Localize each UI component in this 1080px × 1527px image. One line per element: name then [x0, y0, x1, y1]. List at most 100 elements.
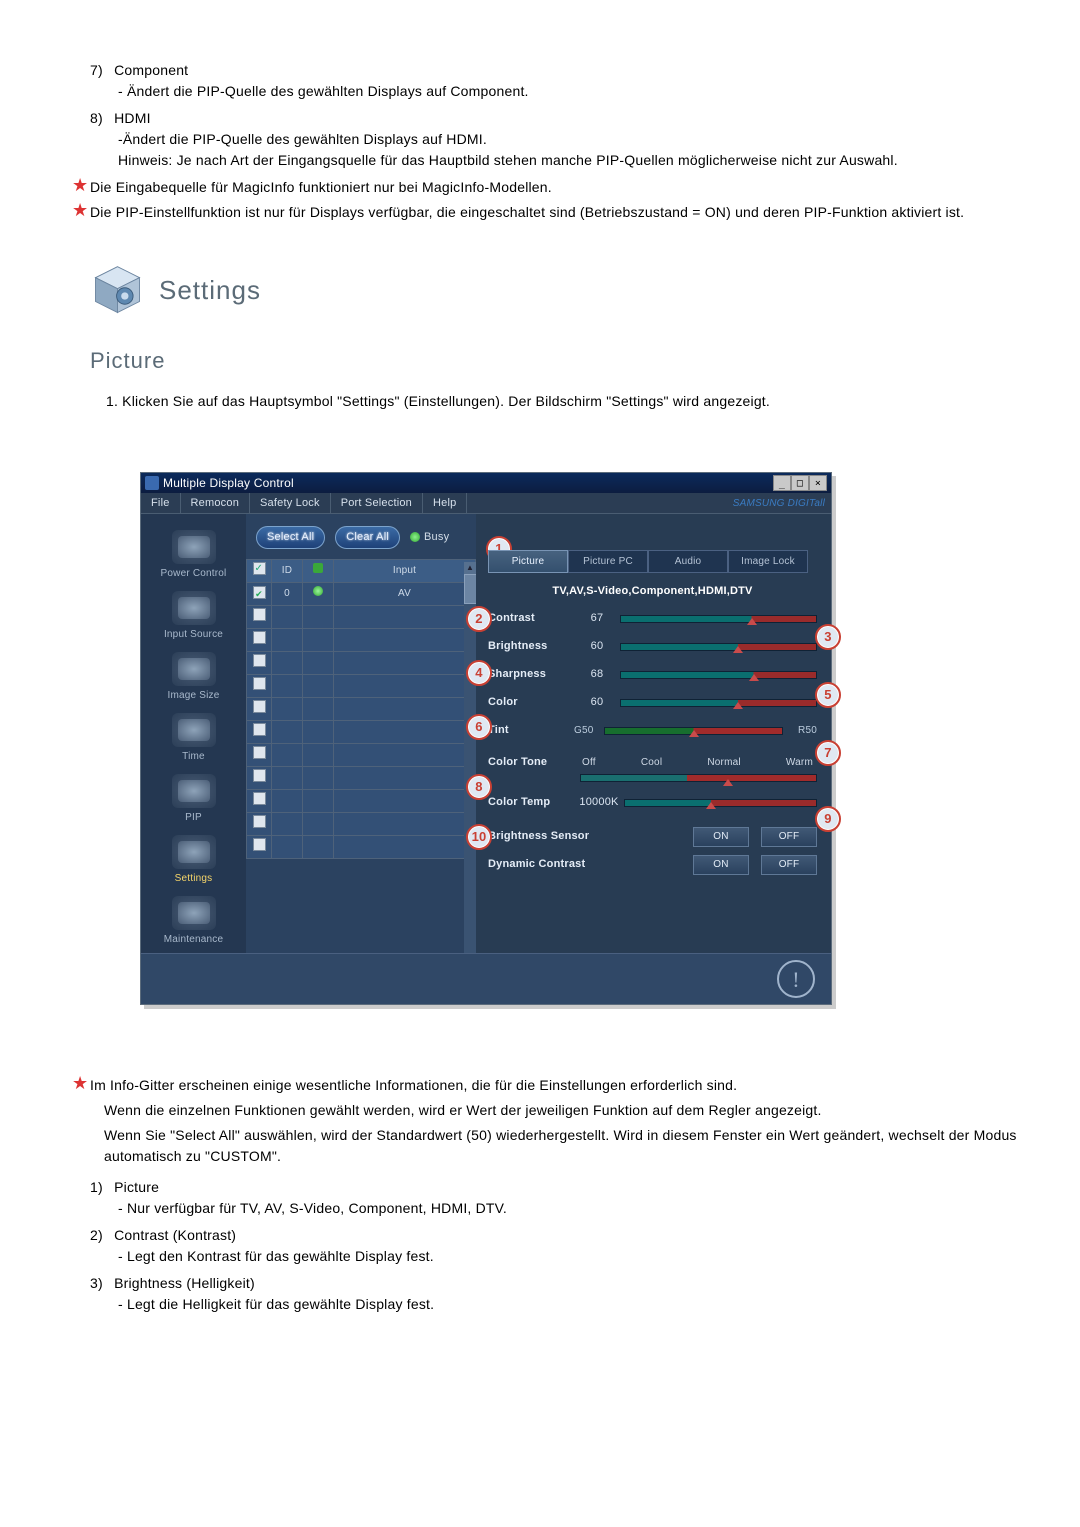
brightness-label: Brightness: [488, 638, 574, 655]
ct-warm[interactable]: Warm: [786, 755, 813, 770]
sidebar-item-maintenance[interactable]: Maintenance: [149, 896, 239, 953]
sharpness-label: Sharpness: [488, 666, 574, 683]
contrast-slider[interactable]: [620, 615, 817, 623]
table-row[interactable]: 0 AV: [247, 582, 476, 605]
display-grid: ID Input 0 AV: [246, 559, 476, 859]
busy-indicator: Busy: [410, 529, 449, 546]
tint-slider[interactable]: [604, 727, 783, 735]
minimize-button[interactable]: _: [773, 475, 791, 491]
color-tone-label: Color Tone: [488, 754, 574, 771]
settings-icon: [172, 835, 216, 869]
header-check[interactable]: [247, 559, 272, 582]
dynamic-contrast-row: Dynamic Contrast ON OFF: [488, 856, 817, 874]
color-slider[interactable]: [620, 699, 817, 707]
header-status: [303, 559, 334, 582]
picture-subtitle: Picture: [90, 344, 1020, 377]
sidebar-item-pip[interactable]: PIP: [149, 774, 239, 831]
section-settings-header: Settings: [90, 263, 1020, 318]
color-temp-slider[interactable]: [624, 799, 817, 807]
star-note-2: ★ Die PIP-Einstellfunktion ist nur für D…: [90, 202, 1020, 223]
info-icon[interactable]: !: [777, 960, 815, 998]
ct-normal[interactable]: Normal: [707, 755, 740, 770]
desc-8: -Ändert die PIP-Quelle des gewählten Dis…: [118, 129, 1020, 150]
app-icon: [145, 476, 159, 490]
brightness-value: 60: [574, 638, 620, 655]
sidebar-item-time[interactable]: Time: [149, 713, 239, 770]
num-1: 1): [90, 1177, 110, 1198]
list-item-8: 8) HDMI -Ändert die PIP-Quelle des gewäh…: [90, 108, 1020, 171]
header-input: Input: [334, 559, 476, 582]
sidebar-item-image-size[interactable]: Image Size: [149, 652, 239, 709]
menu-remocon[interactable]: Remocon: [181, 493, 250, 513]
scroll-up-icon[interactable]: ▲: [464, 562, 476, 574]
header-id: ID: [272, 559, 303, 582]
dcontrast-off-button[interactable]: OFF: [761, 855, 817, 875]
app-window: Multiple Display Control _ □ × File Remo…: [140, 472, 832, 1005]
sharpness-value: 68: [574, 666, 620, 683]
tab-audio[interactable]: Audio: [648, 550, 728, 573]
star-note-1: ★ Die Eingabequelle für MagicInfo funkti…: [90, 177, 1020, 198]
ct-off[interactable]: Off: [582, 755, 596, 770]
callout-4: 4: [466, 660, 492, 686]
lower-item-1: 1) Picture - Nur verfügbar für TV, AV, S…: [90, 1177, 1020, 1219]
ct-cool[interactable]: Cool: [641, 755, 662, 770]
lower-star-text: Im Info-Gitter erscheinen einige wesentl…: [90, 1077, 737, 1093]
table-row: [247, 720, 476, 743]
sidebar-item-label: PIP: [185, 812, 202, 823]
close-button[interactable]: ×: [809, 475, 827, 491]
bsensor-off-button[interactable]: OFF: [761, 827, 817, 847]
color-temp-value: 10000K: [574, 794, 624, 811]
brightness-sensor-row: Brightness Sensor ON OFF: [488, 828, 817, 846]
window-buttons: _ □ ×: [773, 475, 827, 491]
menu-help[interactable]: Help: [423, 493, 467, 513]
table-row: [247, 766, 476, 789]
maintenance-icon: [172, 896, 216, 930]
sidebar-item-label: Time: [182, 751, 205, 762]
sharpness-slider[interactable]: [620, 671, 817, 679]
lower-item-3: 3) Brightness (Helligkeit) - Legt die He…: [90, 1273, 1020, 1315]
source-subtitle: TV,AV,S-Video,Component,HDMI,DTV: [488, 583, 817, 600]
sidebar-item-power-control[interactable]: Power Control: [149, 530, 239, 587]
num-3: 3): [90, 1273, 110, 1294]
table-row: [247, 789, 476, 812]
color-temp-label: Color Temp: [488, 794, 574, 811]
tabs: Picture Picture PC Audio Image Lock: [488, 550, 817, 573]
brightness-row: Brightness 60: [488, 638, 817, 656]
status-dot-icon: [313, 586, 323, 596]
table-row: [247, 697, 476, 720]
label-picture: Picture: [114, 1177, 159, 1198]
menu-file[interactable]: File: [141, 493, 181, 513]
tab-image-lock[interactable]: Image Lock: [728, 550, 808, 573]
hint-8: Hinweis: Je nach Art der Eingangsquelle …: [118, 150, 1020, 171]
bsensor-on-button[interactable]: ON: [693, 827, 749, 847]
brightness-slider[interactable]: [620, 643, 817, 651]
desc-7: - Ändert die PIP-Quelle des gewählten Di…: [118, 81, 1020, 102]
desc-3: - Legt die Helligkeit für das gewählte D…: [118, 1294, 1020, 1315]
maximize-button[interactable]: □: [791, 475, 809, 491]
sidebar-item-settings[interactable]: Settings: [149, 835, 239, 892]
menu-port-selection[interactable]: Port Selection: [331, 493, 423, 513]
star-icon: ★: [72, 203, 88, 217]
power-control-icon: [172, 530, 216, 564]
sidebar-item-label: Image Size: [167, 690, 219, 701]
sidebar-item-label: Maintenance: [164, 934, 223, 945]
color-tone-options: Off Cool Normal Warm: [574, 755, 817, 770]
sidebar-item-label: Power Control: [161, 568, 227, 579]
app-screenshot: Multiple Display Control _ □ × File Remo…: [140, 472, 1020, 1005]
tab-picture[interactable]: Picture: [488, 550, 568, 573]
tab-picture-pc[interactable]: Picture PC: [568, 550, 648, 573]
contrast-value: 67: [574, 610, 620, 627]
sidebar-item-input-source[interactable]: Input Source: [149, 591, 239, 648]
row-checkbox[interactable]: [253, 586, 266, 599]
menu-safety-lock[interactable]: Safety Lock: [250, 493, 331, 513]
contrast-label: Contrast: [488, 610, 574, 627]
clear-all-button[interactable]: Clear All: [335, 526, 400, 549]
select-all-button[interactable]: Select All: [256, 526, 325, 549]
callout-10: 10: [466, 824, 492, 850]
desc-1: - Nur verfügbar für TV, AV, S-Video, Com…: [118, 1198, 1020, 1219]
star-text-2: Die PIP-Einstellfunktion ist nur für Dis…: [90, 204, 964, 220]
desc-2: - Legt den Kontrast für das gewählte Dis…: [118, 1246, 1020, 1267]
dcontrast-on-button[interactable]: ON: [693, 855, 749, 875]
brand-label: SAMSUNG DIGITall: [733, 496, 831, 511]
color-tone-row: Color Tone Off Cool Normal Warm: [488, 750, 817, 776]
